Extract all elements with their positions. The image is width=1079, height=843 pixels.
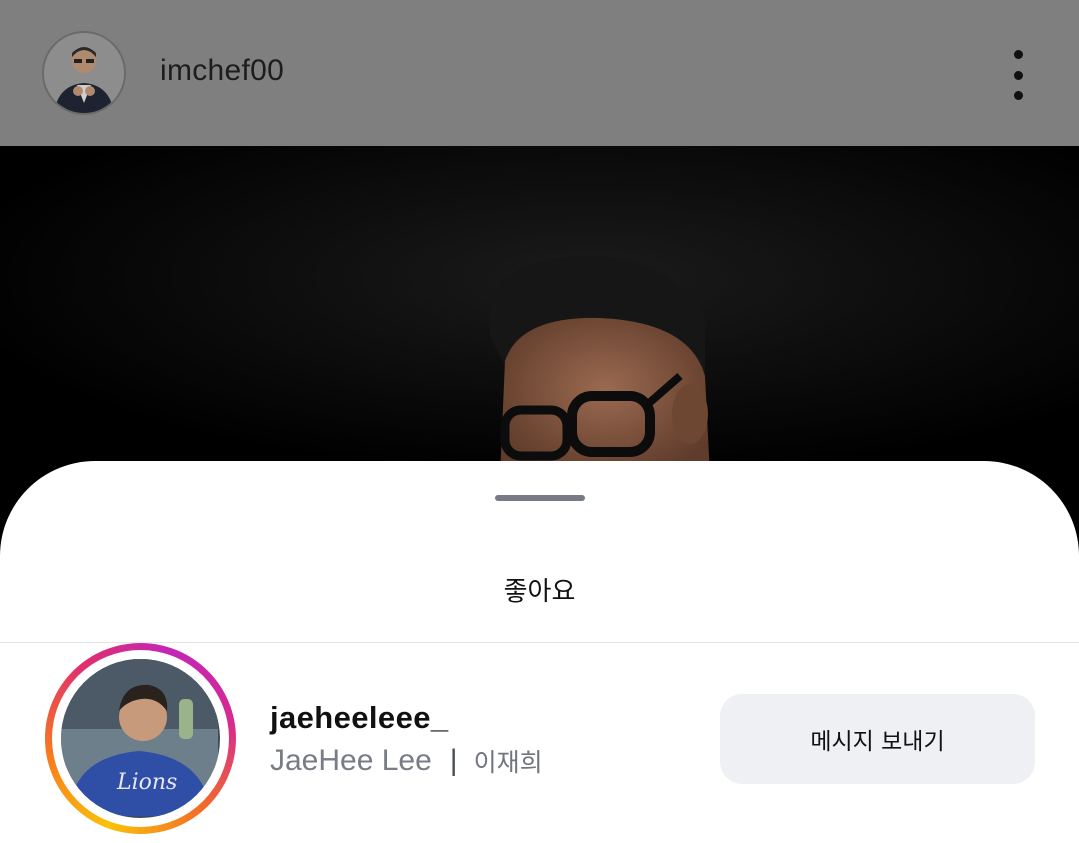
avatar: Lions [61,659,220,818]
post-header: imchef00 [0,0,1079,146]
send-message-button[interactable]: 메시지 보내기 [720,694,1035,784]
full-name: JaeHee Lee [270,744,432,777]
avatar-image: Lions [61,659,218,816]
liker-full-name: JaeHee Lee | 이재희 [270,743,543,779]
likes-sheet: 좋아요 Lions jaeheeleee_ JaeHee Lee | 이재희 메… [0,461,1079,843]
more-dot [1013,91,1023,100]
liker-username[interactable]: jaeheeleee_ [270,700,449,736]
list-item[interactable]: Lions jaeheeleee_ JaeHee Lee | 이재희 메시지 보… [0,643,1079,843]
svg-text:Lions: Lions [116,770,177,795]
drag-handle[interactable] [495,495,585,501]
story-ring[interactable]: Lions [45,643,236,834]
name-separator: | [449,744,458,777]
more-dot [1013,70,1023,80]
author-username[interactable]: imchef00 [160,54,284,88]
avatar-image [44,33,124,113]
post-image[interactable] [0,146,1079,476]
korean-name: 이재희 [473,748,543,777]
sheet-title: 좋아요 [503,577,576,607]
author-avatar[interactable] [42,31,126,115]
post-photo [0,146,1079,476]
more-dot [1013,50,1023,59]
more-options-icon[interactable] [1003,50,1033,100]
